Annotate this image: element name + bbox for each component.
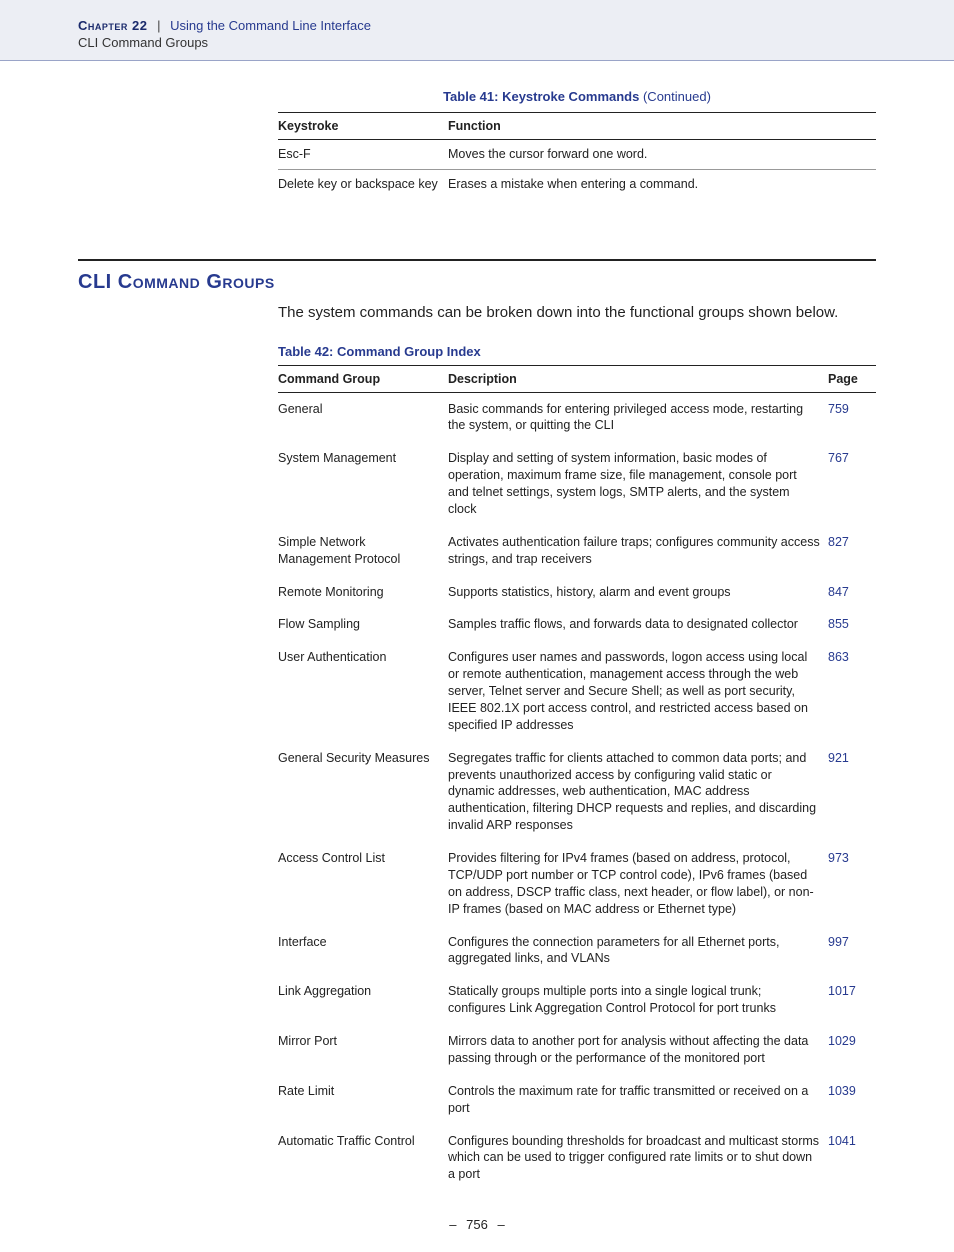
cell-command-group: Interface: [278, 926, 448, 976]
header-line-1: Chapter 22 | Using the Command Line Inte…: [78, 18, 954, 33]
page-link[interactable]: 1039: [828, 1084, 856, 1098]
cell-description: Provides filtering for IPv4 frames (base…: [448, 842, 828, 926]
cell-page: 767: [828, 442, 876, 526]
page-link[interactable]: 1017: [828, 984, 856, 998]
cell-command-group: Access Control List: [278, 842, 448, 926]
table-row: Link AggregationStatically groups multip…: [278, 975, 876, 1025]
table-row: Esc-F Moves the cursor forward one word.: [278, 140, 876, 170]
cell-description: Supports statistics, history, alarm and …: [448, 576, 828, 609]
cell-description: Display and setting of system informatio…: [448, 442, 828, 526]
cell-page: 855: [828, 608, 876, 641]
table-row: Simple Network Management ProtocolActiva…: [278, 526, 876, 576]
chapter-title: Using the Command Line Interface: [170, 18, 371, 33]
page-link[interactable]: 863: [828, 650, 849, 664]
table-42-caption: Table 42: Command Group Index: [278, 344, 876, 359]
page-link[interactable]: 997: [828, 935, 849, 949]
table-row: Automatic Traffic ControlConfigures boun…: [278, 1125, 876, 1192]
section-body: The system commands can be broken down i…: [278, 302, 876, 324]
page-link[interactable]: 827: [828, 535, 849, 549]
cell-command-group: General: [278, 392, 448, 442]
cell-page: 1041: [828, 1125, 876, 1192]
table-41: Keystroke Function Esc-F Moves the curso…: [278, 112, 876, 199]
cell-page: 1039: [828, 1075, 876, 1125]
page-link[interactable]: 847: [828, 585, 849, 599]
table-42-block: Table 42: Command Group Index Command Gr…: [278, 344, 876, 1192]
cell-description: Configures the connection parameters for…: [448, 926, 828, 976]
table-41-caption: Table 41: Keystroke Commands (Continued): [278, 89, 876, 104]
cell-command-group: Remote Monitoring: [278, 576, 448, 609]
cell-command-group: Simple Network Management Protocol: [278, 526, 448, 576]
table-row: Delete key or backspace key Erases a mis…: [278, 169, 876, 198]
page-link[interactable]: 759: [828, 402, 849, 416]
footer-page-number: 756: [466, 1217, 488, 1232]
page-link[interactable]: 921: [828, 751, 849, 765]
table-row: Flow SamplingSamples traffic flows, and …: [278, 608, 876, 641]
cell-description: Segregates traffic for clients attached …: [448, 742, 828, 842]
chapter-label: Chapter 22: [78, 18, 147, 33]
page-link[interactable]: 973: [828, 851, 849, 865]
cell-page: 759: [828, 392, 876, 442]
table-41-header-function: Function: [448, 113, 876, 140]
cell-command-group: Flow Sampling: [278, 608, 448, 641]
table-row: InterfaceConfigures the connection param…: [278, 926, 876, 976]
cell-page: 973: [828, 842, 876, 926]
cell-description: Basic commands for entering privileged a…: [448, 392, 828, 442]
cell-command-group: Link Aggregation: [278, 975, 448, 1025]
cell-command-group: General Security Measures: [278, 742, 448, 842]
cell-page: 827: [828, 526, 876, 576]
cell-description: Configures user names and passwords, log…: [448, 641, 828, 741]
cell-description: Activates authentication failure traps; …: [448, 526, 828, 576]
cell-command-group: User Authentication: [278, 641, 448, 741]
header-separator: |: [157, 18, 160, 33]
page-header: Chapter 22 | Using the Command Line Inte…: [0, 0, 954, 61]
table-row: Access Control ListProvides filtering fo…: [278, 842, 876, 926]
table-row: General Security MeasuresSegregates traf…: [278, 742, 876, 842]
cell-command-group: System Management: [278, 442, 448, 526]
table-41-block: Table 41: Keystroke Commands (Continued)…: [278, 89, 876, 199]
table-41-caption-main: Table 41: Keystroke Commands: [443, 89, 639, 104]
cell-description: Statically groups multiple ports into a …: [448, 975, 828, 1025]
cell-description: Samples traffic flows, and forwards data…: [448, 608, 828, 641]
table-row: GeneralBasic commands for entering privi…: [278, 392, 876, 442]
cell-description: Configures bounding thresholds for broad…: [448, 1125, 828, 1192]
cell-command-group: Automatic Traffic Control: [278, 1125, 448, 1192]
table-row: Mirror PortMirrors data to another port …: [278, 1025, 876, 1075]
cell-keystroke: Delete key or backspace key: [278, 169, 448, 198]
cell-command-group: Mirror Port: [278, 1025, 448, 1075]
cell-description: Mirrors data to another port for analysi…: [448, 1025, 828, 1075]
page-link[interactable]: 1041: [828, 1134, 856, 1148]
table-row: Rate LimitControls the maximum rate for …: [278, 1075, 876, 1125]
cell-page: 921: [828, 742, 876, 842]
cell-keystroke: Esc-F: [278, 140, 448, 170]
cell-page: 997: [828, 926, 876, 976]
cell-description: Controls the maximum rate for traffic tr…: [448, 1075, 828, 1125]
cell-page: 1017: [828, 975, 876, 1025]
footer-dash-left: –: [449, 1217, 456, 1232]
cell-page: 1029: [828, 1025, 876, 1075]
footer-dash-right: –: [497, 1217, 504, 1232]
cell-page: 847: [828, 576, 876, 609]
table-row: User AuthenticationConfigures user names…: [278, 641, 876, 741]
table-row: System ManagementDisplay and setting of …: [278, 442, 876, 526]
table-41-caption-cont: (Continued): [639, 89, 711, 104]
header-subhead: CLI Command Groups: [78, 35, 954, 50]
page-link[interactable]: 1029: [828, 1034, 856, 1048]
cell-command-group: Rate Limit: [278, 1075, 448, 1125]
table-42-header-desc: Description: [448, 365, 828, 392]
section-title: CLI Command Groups: [78, 271, 876, 294]
cell-function: Erases a mistake when entering a command…: [448, 169, 876, 198]
table-42-header-group: Command Group: [278, 365, 448, 392]
cell-function: Moves the cursor forward one word.: [448, 140, 876, 170]
table-41-header-keystroke: Keystroke: [278, 113, 448, 140]
page-link[interactable]: 855: [828, 617, 849, 631]
cell-page: 863: [828, 641, 876, 741]
table-row: Remote MonitoringSupports statistics, hi…: [278, 576, 876, 609]
section-rule: [78, 259, 876, 261]
table-42-header-page: Page: [828, 365, 876, 392]
table-42: Command Group Description Page GeneralBa…: [278, 365, 876, 1192]
page-link[interactable]: 767: [828, 451, 849, 465]
